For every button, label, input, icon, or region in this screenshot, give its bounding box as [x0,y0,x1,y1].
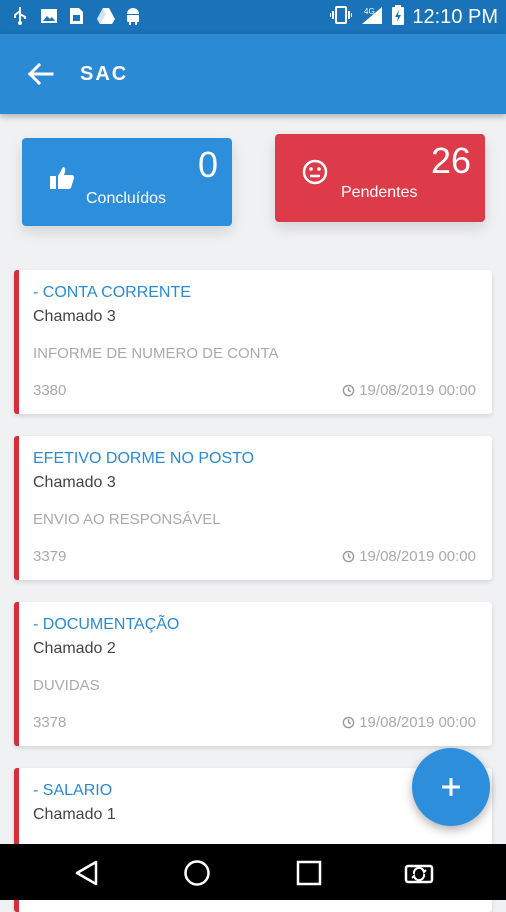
clock-icon [342,716,355,729]
ticket-description: ENVIO AO RESPONSÁVEL [33,511,221,528]
image-icon [40,7,57,25]
ticket-subject: EFETIVO DORME NO POSTO [33,450,255,467]
arrow-left-icon [27,62,54,86]
nav-home-button[interactable] [182,858,212,888]
ticket-id: 3380 [33,382,67,399]
concluidos-label: Concluídos [86,190,167,207]
ticket-id: 3379 [33,548,67,565]
ticket-chamado: Chamado 2 [33,640,116,657]
ticket-card[interactable]: - DOCUMENTAÇÃO Chamado 2 DUVIDAS 3378 19… [14,602,492,746]
drive-icon [96,7,115,25]
ticket-chamado: Chamado 3 [33,308,116,325]
ticket-date-text: 19/08/2019 00:00 [359,714,476,731]
ticket-date: 19/08/2019 00:00 [342,548,476,565]
recents-square-icon [296,860,322,886]
ticket-card[interactable]: EFETIVO DORME NO POSTO Chamado 3 ENVIO A… [14,436,492,580]
system-icons: 4G 12:10 PM [329,5,498,30]
ticket-subject: - CONTA CORRENTE [33,284,191,301]
ticket-date: 19/08/2019 00:00 [342,382,476,399]
home-circle-icon [184,860,210,886]
ticket-subject: - DOCUMENTAÇÃO [33,616,180,633]
page-title: SAC [80,63,129,85]
ticket-date: 19/08/2019 00:00 [342,714,476,731]
nav-back-button[interactable] [72,858,102,888]
ticket-date-text: 19/08/2019 00:00 [359,382,476,399]
concluidos-card[interactable]: 0 Concluídos [22,138,232,226]
clock-icon [342,384,355,397]
back-triangle-icon [75,860,98,886]
app-bar: SAC [0,34,506,114]
android-icon [124,7,140,25]
nav-rotate-button[interactable] [404,858,434,888]
ticket-chamado: Chamado 3 [33,474,116,491]
signal-icon: 4G [360,5,384,30]
nav-recents-button[interactable] [294,858,324,888]
clock-icon [342,550,355,563]
ticket-card[interactable]: - CONTA CORRENTE Chamado 3 INFORME DE NU… [14,270,492,414]
ticket-description: DUVIDAS [33,677,100,694]
sim-icon [68,7,84,25]
clock: 12:10 PM [412,6,498,28]
rotate-icon [404,864,434,884]
concluidos-count: 0 [197,144,218,185]
notification-icons [12,7,140,25]
svg-text:4G: 4G [364,7,375,16]
pendentes-card[interactable]: 26 Pendentes [275,134,485,222]
usb-icon [12,7,28,25]
plus-icon [442,778,460,796]
ticket-subject: - SALARIO [33,782,113,799]
ticket-id: 3378 [33,714,67,731]
vibrate-icon [329,6,354,29]
ticket-description: INFORME DE NUMERO DE CONTA [33,345,279,362]
pendentes-count: 26 [430,140,471,181]
back-button[interactable] [26,60,54,88]
thumbs-up-icon [48,164,76,192]
add-ticket-button[interactable] [412,748,490,826]
pendentes-label: Pendentes [341,184,418,201]
navigation-bar [0,844,506,900]
ticket-chamado: Chamado 1 [33,806,116,823]
ticket-date-text: 19/08/2019 00:00 [359,548,476,565]
battery-icon [392,5,405,30]
status-bar: 4G 12:10 PM [0,0,506,34]
neutral-face-icon [301,158,329,186]
